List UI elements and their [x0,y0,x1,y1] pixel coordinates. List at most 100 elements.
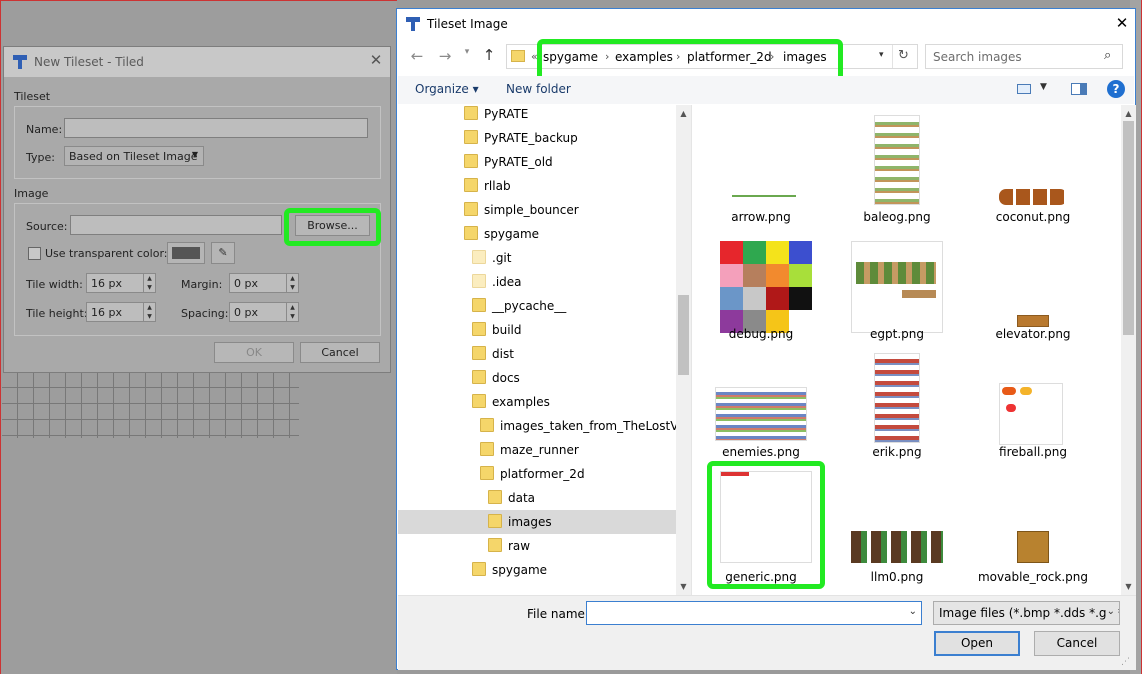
spin-arrows-icon[interactable]: ▲ ▼ [286,274,298,292]
tree-item[interactable]: spygame [472,558,547,582]
spin-arrows-icon[interactable]: ▲ ▼ [143,303,155,321]
tree-item[interactable]: PyRATE [464,102,528,126]
up-arrow-icon[interactable]: ↑ [479,46,499,64]
file-item[interactable]: baleog.png [837,105,957,225]
name-input[interactable] [64,118,368,138]
tree-item[interactable]: data [488,486,535,510]
chevron-down-icon[interactable]: ⌄ [909,606,917,617]
color-swatch-button[interactable] [167,242,205,264]
image-thumbnail [851,531,943,563]
file-item[interactable]: debug.png [701,235,821,345]
search-icon[interactable]: ⌕ [1104,48,1111,63]
spacing-label: Spacing: [181,307,229,320]
file-type-select[interactable]: Image files (*.bmp *.dds *.gif *. ⌄ [933,601,1120,625]
tree-item[interactable]: docs [472,366,520,390]
tile-height-input[interactable]: 16 px ▲ ▼ [86,302,156,322]
file-item[interactable]: llm0.png [837,471,957,591]
name-label: Name: [26,123,63,136]
file-item[interactable]: egpt.png [837,235,957,345]
folder-icon [488,490,502,504]
file-name: movable_rock.png [977,570,1089,584]
margin-input[interactable]: 0 px ▲ ▼ [229,273,299,293]
file-item[interactable]: elevator.png [973,235,1093,345]
tree-item[interactable]: __pycache__ [472,294,566,318]
file-name-input[interactable]: ⌄ [586,601,922,625]
tree-item[interactable]: raw [488,534,530,558]
tree-item[interactable]: rllab [464,174,511,198]
view-options-icon[interactable] [1017,84,1031,94]
scroll-up-icon[interactable]: ▲ [1121,109,1136,118]
folder-icon [472,370,486,384]
scroll-up-icon[interactable]: ▲ [676,109,691,118]
files-scroll-thumb[interactable] [1123,121,1134,335]
chevron-down-icon[interactable]: ▾ [879,50,884,60]
spacing-input[interactable]: 0 px ▲ ▼ [229,302,299,322]
tree-item[interactable]: maze_runner [480,438,579,462]
open-button[interactable]: Open [934,631,1020,656]
cancel-button[interactable]: Cancel [1034,631,1120,656]
organize-button[interactable]: Organize ▾ [415,82,479,96]
new-folder-button[interactable]: New folder [506,82,571,96]
spin-arrows-icon[interactable]: ▲ ▼ [143,274,155,292]
file-name: egpt.png [870,327,924,341]
chevron-down-icon[interactable]: ⌄ [1106,606,1115,617]
type-select[interactable]: Based on Tileset Image ▼ [64,146,204,166]
file-item[interactable]: coconut.png [973,105,1093,225]
folder-icon [480,466,494,480]
tree-item[interactable]: images_taken_from_TheLostVikings [480,414,676,438]
close-icon[interactable]: ✕ [366,51,386,69]
tree-item[interactable]: simple_bouncer [464,198,579,222]
refresh-icon[interactable]: ↻ [898,48,909,63]
search-input[interactable]: Search images ⌕ [925,44,1123,69]
file-name: erik.png [872,445,922,459]
close-icon[interactable]: ✕ [1112,14,1132,32]
eyedropper-icon[interactable]: ✎ [211,242,235,264]
tree-item[interactable]: spygame [464,222,539,246]
image-thumbnail [715,387,807,441]
tileset-group [14,106,381,179]
source-input[interactable] [70,215,282,235]
file-dialog-title: Tileset Image [427,17,508,31]
file-item[interactable]: enemies.png [701,353,821,463]
resize-grip-icon[interactable]: ⋰ [1121,657,1130,667]
tree-item[interactable]: examples [472,390,550,414]
nav-scroll-thumb[interactable] [678,295,689,375]
file-name: fireball.png [999,445,1067,459]
image-thumbnail [999,189,1067,205]
tree-item[interactable]: PyRATE_old [464,150,553,174]
help-icon[interactable]: ? [1107,80,1125,98]
browse-highlight-annotation [284,208,381,246]
file-item[interactable]: fireball.png [973,353,1093,463]
tree-item[interactable]: .idea [472,270,522,294]
forward-arrow-icon[interactable]: → [435,47,455,65]
tree-item[interactable]: build [472,318,522,342]
tree-item[interactable]: dist [472,342,514,366]
file-item[interactable]: arrow.png [701,105,821,225]
pane-divider[interactable] [691,105,692,595]
folder-icon [472,346,486,360]
file-name: enemies.png [722,445,800,459]
file-type-value: Image files (*.bmp *.dds *.gif *. [939,606,1120,620]
tree-item[interactable]: PyRATE_backup [464,126,578,150]
cancel-button[interactable]: Cancel [300,342,380,363]
back-arrow-icon[interactable]: ← [407,47,427,65]
recent-locations-icon[interactable]: ▾ [457,47,477,57]
image-thumbnail [720,241,812,333]
scroll-down-icon[interactable]: ▼ [676,582,691,591]
scroll-down-icon[interactable]: ▼ [1121,582,1136,591]
file-item[interactable]: movable_rock.png [973,471,1093,591]
preview-pane-icon[interactable] [1071,83,1087,95]
generic-highlight-annotation [707,461,825,589]
spin-arrows-icon[interactable]: ▲ ▼ [286,303,298,321]
image-thumbnail [999,383,1063,445]
ok-button[interactable]: OK [214,342,294,363]
folder-icon [472,394,486,408]
tree-item[interactable]: platformer_2d [480,462,585,486]
chevron-down-icon[interactable]: ▼ [1040,82,1047,92]
transparent-color-checkbox[interactable] [28,247,41,260]
file-item[interactable]: erik.png [837,353,957,463]
tile-width-input[interactable]: 16 px ▲ ▼ [86,273,156,293]
tileset-titlebar: New Tileset - Tiled ✕ [4,47,390,77]
tree-item-selected[interactable]: images [398,510,676,534]
tree-item[interactable]: .git [472,246,511,270]
